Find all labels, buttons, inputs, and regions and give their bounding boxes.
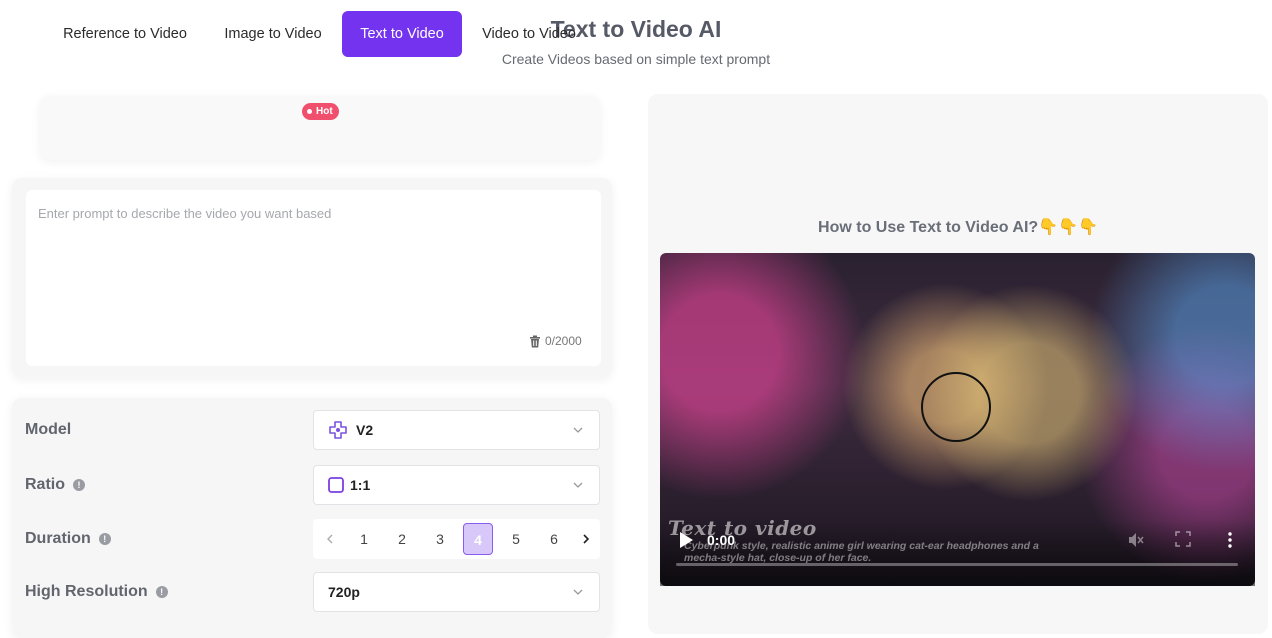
duration-option-2[interactable]: 2 bbox=[387, 523, 417, 555]
resolution-select[interactable]: 720p bbox=[313, 572, 600, 612]
resolution-label-text: High Resolution bbox=[25, 583, 148, 600]
duration-next-button[interactable] bbox=[571, 523, 601, 555]
duration-option-4[interactable]: 4 bbox=[463, 523, 493, 555]
tab-text-to-video[interactable]: Text to Video bbox=[342, 11, 462, 57]
duration-picker: 1 2 3 4 5 6 bbox=[313, 519, 600, 559]
play-icon[interactable] bbox=[678, 531, 694, 549]
duration-prev-button[interactable] bbox=[315, 523, 345, 555]
chevron-right-icon bbox=[583, 534, 590, 544]
info-icon[interactable]: ! bbox=[73, 479, 85, 491]
char-count-text: 0/2000 bbox=[545, 334, 582, 348]
model-label-text: Model bbox=[25, 421, 72, 438]
square-ratio-icon bbox=[328, 477, 344, 493]
tab-reference-to-video[interactable]: Reference to Video bbox=[50, 11, 200, 57]
howto-title: How to Use Text to Video AI?👇👇👇 bbox=[818, 219, 1098, 236]
duration-option-1[interactable]: 1 bbox=[349, 523, 379, 555]
char-counter: 0/2000 bbox=[529, 334, 582, 348]
duration-label: Duration ! bbox=[25, 530, 111, 548]
resolution-value: 720p bbox=[328, 584, 360, 600]
info-icon[interactable]: ! bbox=[155, 586, 168, 598]
video-caption: Cyberpunk style, realistic anime girl we… bbox=[684, 540, 1039, 564]
model-value: V2 bbox=[356, 422, 374, 438]
ratio-label-text: Ratio bbox=[25, 476, 65, 493]
fullscreen-icon[interactable] bbox=[1175, 531, 1191, 547]
tab-video-to-video[interactable]: Video to Video bbox=[468, 11, 590, 57]
dot-icon bbox=[307, 109, 312, 114]
duration-option-6[interactable]: 6 bbox=[539, 523, 569, 555]
ratio-label: Ratio ! bbox=[25, 476, 85, 494]
prompt-input[interactable] bbox=[38, 206, 578, 316]
hot-badge: Hot bbox=[302, 103, 339, 120]
duration-option-3[interactable]: 3 bbox=[425, 523, 455, 555]
cursor-ring bbox=[921, 372, 991, 442]
ratio-value: 1:1 bbox=[350, 477, 371, 493]
hot-badge-label: Hot bbox=[316, 106, 333, 117]
mute-icon[interactable] bbox=[1127, 531, 1145, 549]
model-label: Model bbox=[25, 421, 71, 439]
video-progress-bar[interactable] bbox=[676, 563, 1238, 566]
tab-image-to-video[interactable]: Image to Video bbox=[210, 11, 336, 57]
trash-icon[interactable] bbox=[529, 335, 541, 348]
info-icon[interactable]: ! bbox=[98, 533, 111, 545]
model-v2-icon bbox=[329, 421, 347, 439]
more-options-icon[interactable] bbox=[1224, 531, 1236, 549]
chevron-left-icon bbox=[327, 534, 333, 544]
duration-option-5[interactable]: 5 bbox=[501, 523, 531, 555]
duration-label-text: Duration bbox=[25, 530, 91, 547]
resolution-label: High Resolution ! bbox=[25, 583, 168, 601]
ratio-select[interactable]: 1:1 bbox=[313, 465, 600, 505]
chevron-down-icon bbox=[573, 482, 583, 488]
video-time: 0:00 bbox=[707, 532, 736, 548]
model-select[interactable]: V2 bbox=[313, 410, 600, 450]
chevron-down-icon bbox=[573, 589, 583, 595]
chevron-down-icon bbox=[573, 427, 583, 433]
